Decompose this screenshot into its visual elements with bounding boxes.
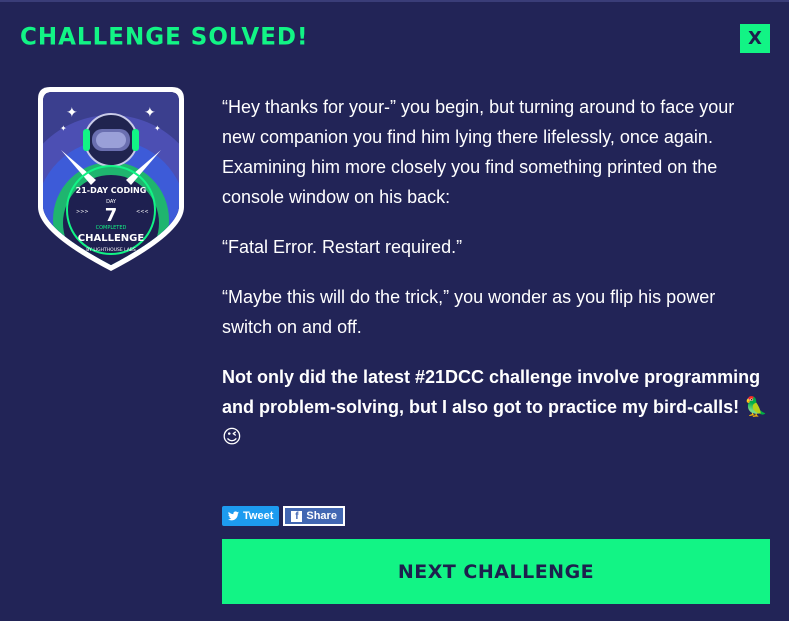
next-challenge-button[interactable]: NEXT CHALLENGE	[222, 539, 770, 604]
badge-day-number: 7	[105, 205, 118, 226]
share-label: Share	[306, 510, 337, 522]
badge-bottom-text: CHALLENGE	[78, 233, 145, 244]
close-button[interactable]: X	[740, 24, 770, 53]
story-paragraph: “Maybe this will do the trick,” you wond…	[222, 287, 716, 337]
story-paragraph: “Fatal Error. Restart required.”	[222, 237, 463, 257]
story-paragraph: “Hey thanks for your-” you begin, but tu…	[222, 97, 735, 207]
highlight-text: Not only did the latest #21DCC challenge…	[222, 367, 761, 417]
badge-completed-label: COMPLETED	[96, 225, 127, 231]
badge-arrows-left: >>>	[76, 209, 89, 215]
svg-text:✦: ✦	[60, 124, 67, 133]
highlight-paragraph: Not only did the latest #21DCC challenge…	[222, 362, 770, 452]
svg-text:✦: ✦	[144, 105, 156, 121]
modal-title: CHALLENGE SOLVED!	[20, 23, 309, 51]
facebook-f-icon: f	[291, 510, 303, 522]
story-text: “Hey thanks for your-” you begin, but tu…	[222, 92, 770, 472]
svg-text:✦: ✦	[66, 105, 78, 121]
badge-arrows-right: <<<	[136, 209, 149, 215]
badge-top-text: 21-DAY CODING	[76, 186, 147, 195]
tweet-label: Tweet	[243, 510, 274, 522]
twitter-bird-icon	[228, 511, 239, 521]
badge-footer-text: BY LIGHTHOUSE LABS	[86, 247, 136, 253]
share-buttons: Tweet f Share	[222, 506, 345, 526]
svg-text:✦: ✦	[154, 124, 161, 133]
tweet-button[interactable]: Tweet	[222, 506, 280, 526]
challenge-badge: ✦ ✦ ✦ ✦ 21-DAY CODING DAY 7 >>> <<< COMP…	[36, 85, 186, 275]
facebook-share-button[interactable]: f Share	[283, 506, 345, 526]
top-divider	[0, 0, 789, 2]
